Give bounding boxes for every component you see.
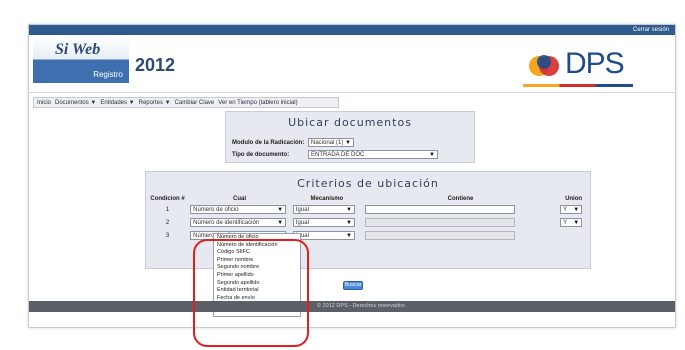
chevron-down-icon: ▼ (573, 219, 580, 226)
criteria-header-row: Condicion # Cual Mecanismo Contiene Unio… (147, 195, 589, 203)
menu-item-entidades[interactable]: Entidades ▼ (99, 100, 135, 106)
row-number: 1 (165, 206, 170, 213)
brand-text: DPS (565, 47, 625, 80)
chevron-down-icon: ▼ (345, 139, 351, 146)
menu-item-reportes[interactable]: Reportes ▼ (138, 100, 172, 106)
annotation-highlight (193, 239, 309, 347)
location-row: Modulo de la Radicación: Nacional (1) ▼ (232, 138, 354, 147)
col-cual: Cual (232, 196, 246, 202)
mechanism-select[interactable]: Igual ▼ (292, 205, 355, 214)
doc-type-value: ENTRADA DE DOC (311, 151, 365, 158)
browser-frame: Cerrar sesión Si Web Registro 2012 DPS I… (28, 24, 676, 328)
doc-type-label: Tipo de documento: (232, 151, 290, 158)
contains-input[interactable] (364, 231, 515, 240)
year-label: 2012 (135, 55, 176, 75)
top-band: Cerrar sesión (29, 25, 675, 35)
menu-item-ver-tiempo[interactable]: Ver en Tiempo (tablero inicial) (217, 100, 298, 106)
mechanism-value: Igual (295, 206, 309, 213)
criteria-panel-title: Criterios de ubicación (297, 177, 439, 190)
doc-type-select[interactable]: ENTRADA DE DOC ▼ (308, 150, 438, 159)
union-select[interactable]: Y ▼ (560, 205, 583, 214)
main-menu: Inicio Documentos ▼ Entidades ▼ Reportes… (33, 97, 339, 108)
field-select[interactable]: Número de oficio ▼ (190, 205, 287, 214)
app-logo: Si Web Registro (33, 35, 129, 83)
location-label: Modulo de la Radicación: (232, 139, 305, 146)
dps-logo: DPS (523, 47, 633, 87)
contains-input[interactable] (364, 218, 515, 227)
chevron-down-icon: ▼ (345, 206, 352, 213)
footer-text: © 2012 DPS - Derechos reservados (317, 303, 405, 309)
menu-item-documentos[interactable]: Documentos ▼ (54, 100, 97, 106)
page-footer: © 2012 DPS - Derechos reservados (29, 301, 675, 312)
chevron-down-icon: ▼ (345, 219, 352, 226)
page-header: Si Web Registro 2012 DPS (29, 35, 675, 93)
chevron-down-icon: ▼ (345, 232, 352, 239)
row-number: 2 (165, 219, 170, 226)
location-select[interactable]: Nacional (1) ▼ (308, 138, 354, 147)
row-number: 3 (165, 232, 170, 239)
dps-emblem-icon (529, 55, 559, 76)
union-value: Y (563, 206, 568, 213)
union-value: Y (563, 219, 568, 226)
search-button[interactable]: Buscar (343, 281, 363, 290)
mechanism-select[interactable]: Igual ▼ (292, 218, 355, 227)
table-row: 1 Número de oficio ▼ Igual ▼ Y ▼ (147, 203, 589, 216)
field-select[interactable]: Número de identificación ▼ (190, 218, 287, 227)
brand-underline (523, 84, 633, 87)
field-value: Número de oficio (193, 206, 239, 213)
col-condicion: Condicion # (150, 196, 185, 202)
logout-link[interactable]: Cerrar sesión (633, 25, 669, 35)
col-mecanismo: Mecanismo (310, 196, 344, 202)
field-value: Número de identificación (193, 219, 260, 226)
mechanism-select[interactable]: Igual ▼ (292, 231, 355, 240)
union-select[interactable]: Y ▼ (560, 218, 583, 227)
chevron-down-icon: ▼ (277, 206, 284, 213)
contains-input[interactable] (364, 205, 515, 214)
search-panel: Ubicar documentos Modulo de la Radicació… (225, 111, 475, 163)
doc-type-row: Tipo de documento: ENTRADA DE DOC ▼ (232, 150, 438, 159)
col-contiene: Contiene (447, 196, 474, 202)
search-panel-title: Ubicar documentos (288, 116, 412, 129)
location-value: Nacional (1) (311, 139, 344, 146)
menu-item-cambiar-clave[interactable]: Cambiar Clave (174, 100, 216, 106)
logo-subtitle: Registro (93, 70, 123, 79)
col-union: Union (565, 196, 583, 202)
chevron-down-icon: ▼ (429, 151, 435, 158)
chevron-down-icon: ▼ (277, 219, 284, 226)
mechanism-value: Igual (295, 219, 309, 226)
menu-item-inicio[interactable]: Inicio (36, 100, 52, 106)
logo-text: Si Web (55, 41, 101, 58)
chevron-down-icon: ▼ (573, 206, 580, 213)
table-row: 2 Número de identificación ▼ Igual ▼ Y ▼ (147, 216, 589, 229)
